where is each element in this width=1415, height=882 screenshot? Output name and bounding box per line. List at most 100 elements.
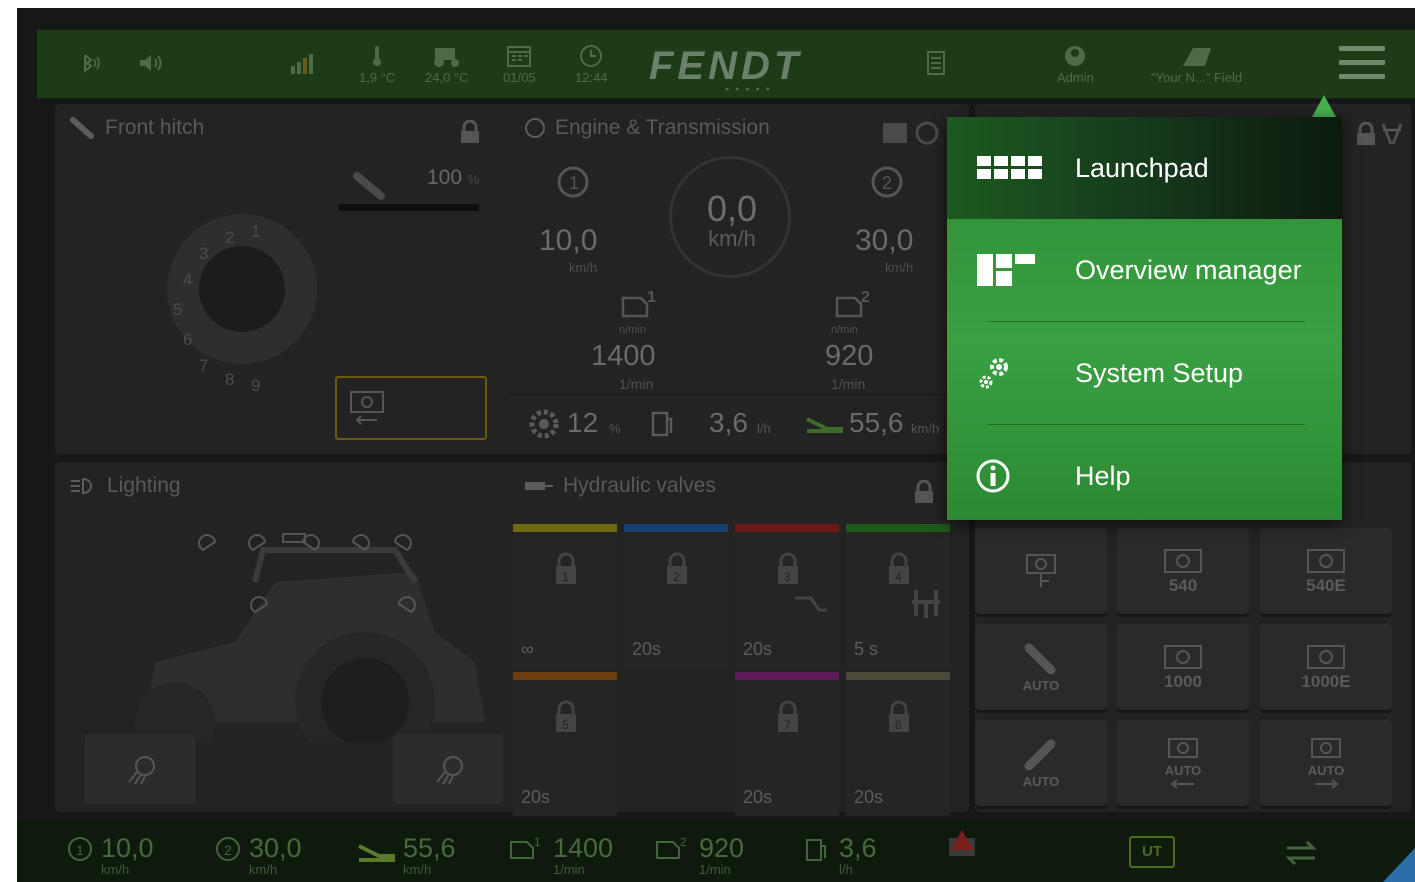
valve-5[interactable]: 5 20s (513, 672, 617, 816)
menu-item-overview-manager[interactable]: Overview manager (947, 219, 1342, 321)
bluetooth-icon[interactable] (77, 30, 103, 98)
lock-icon[interactable] (459, 120, 481, 144)
swap-icon[interactable] (1281, 838, 1321, 868)
pto-rear-auto-button[interactable]: AUTO (1260, 720, 1392, 806)
hydraulic-title: Hydraulic valves (523, 474, 716, 498)
valve-7[interactable]: 7 20s (735, 672, 839, 816)
valve-color (513, 524, 617, 532)
cylinder-icon (912, 590, 940, 618)
speed-value: 0,0 (706, 188, 758, 229)
dial-number: 8 (225, 370, 235, 389)
pto-front-auto-button[interactable]: AUTO (1117, 720, 1249, 806)
menu-button[interactable] (1339, 46, 1385, 86)
valve-4[interactable]: 4 5 s (846, 524, 950, 668)
valve-color (513, 672, 617, 680)
svg-text:1: 1 (569, 173, 579, 193)
bottom-ground-speed: 55,6 km/h (357, 834, 456, 877)
corner-marker (1383, 848, 1415, 882)
fuel-icon (651, 411, 673, 437)
pto-1000e-button[interactable]: 1000E (1260, 624, 1392, 710)
volume-icon[interactable] (137, 30, 169, 98)
lock-icon[interactable] (913, 480, 935, 504)
transmission-mode-icon[interactable] (881, 120, 945, 146)
valve-2[interactable]: 2 20s (624, 524, 728, 668)
bottom-range2: 2 30,0 km/h (213, 834, 302, 877)
engine1-icon: 1 (621, 289, 656, 318)
valve-time: 20s (632, 639, 662, 659)
svg-text:4: 4 (895, 570, 902, 584)
valve-time: 5 s (854, 639, 879, 659)
menu-item-help[interactable]: Help (947, 425, 1342, 527)
valve-color (735, 672, 839, 680)
front-hitch-panel: Front hitch 100 % 1 2 3 4 5 6 7 8 9 (55, 104, 515, 454)
universal-terminal-button[interactable]: UT (1129, 836, 1175, 868)
svg-text:2: 2 (673, 570, 680, 584)
valve-8[interactable]: 8 20s (846, 672, 950, 816)
engine1-rpm: 1400 (591, 340, 656, 372)
dial-number: 5 (173, 300, 183, 319)
status-bar: 1,9 °C 24,0 °C 01/05 12:44 FENDT ● ● ● ●… (37, 30, 1415, 98)
lock-icon[interactable] (1355, 122, 1377, 146)
pto-arrow-icon (350, 391, 384, 425)
valve-color (624, 524, 728, 532)
engine1-label: n/min (619, 324, 646, 336)
range1-icon: 1 (68, 837, 92, 861)
range1-icon: 1 (557, 166, 589, 198)
hitch-auto-button[interactable]: AUTO (975, 624, 1107, 710)
engine-panel: Engine & Transmission 1 10,0 km/h 0,0 km… (509, 104, 969, 454)
bottom-fuel: 3,6 l/h (803, 834, 877, 877)
date[interactable]: 01/05 (503, 30, 536, 98)
menu-item-system-setup[interactable]: System Setup (947, 322, 1342, 424)
engine1-icon: 1 (510, 835, 541, 859)
pto-1000-button[interactable]: 1000 (1117, 624, 1249, 710)
rear-hitch-icon (1381, 123, 1403, 145)
hitch-control-button[interactable] (335, 376, 487, 440)
hazard-tractor-icon[interactable] (945, 828, 979, 862)
lighting-title: Lighting (69, 474, 181, 498)
engine2-rpm: 920 (825, 340, 874, 372)
notes-icon[interactable] (925, 30, 947, 98)
pto-540e-button[interactable]: 540E (1260, 528, 1392, 614)
svg-text:1: 1 (647, 289, 656, 306)
field-selector[interactable]: "Your N..." Field (1151, 30, 1242, 98)
engine2-icon: 2 (835, 289, 870, 318)
light-mode-1-button[interactable] (85, 734, 195, 804)
svg-text:7: 7 (784, 718, 791, 732)
bottom-range1: 1 10,0 km/h (65, 834, 154, 877)
bottom-status-bar: 1 10,0 km/h 2 30,0 km/h 55,6 km/h 1 1400 1/m… (17, 820, 1415, 882)
rear-hitch-auto-button[interactable]: AUTO (975, 720, 1107, 806)
slip-unit: % (609, 421, 621, 436)
ground-speed-icon (806, 417, 843, 433)
ground-speed-icon (358, 844, 395, 862)
dial-number: 3 (199, 244, 209, 263)
work-lights-icons[interactable] (195, 520, 435, 630)
pto-540-button[interactable]: 540 (1117, 528, 1249, 614)
clock[interactable]: 12:44 (575, 30, 608, 98)
pto-on-button[interactable] (975, 528, 1107, 614)
bottom-engine1: 1 1400 1/min (507, 834, 613, 877)
range1-speed: 10,0 (539, 224, 598, 257)
dial-number: 9 (251, 376, 261, 395)
headlight-icon (71, 477, 92, 495)
engine1-unit: 1/min (619, 376, 654, 392)
valve-1[interactable]: 1 ∞ (513, 524, 617, 668)
engine2-icon: 2 (656, 835, 687, 859)
svg-text:2: 2 (680, 835, 687, 849)
valve-color (735, 524, 839, 532)
valve-3[interactable]: 3 20s (735, 524, 839, 668)
hitch-position-icon (353, 172, 385, 200)
light-mode-2-button[interactable] (393, 734, 503, 804)
speed-unit: km/h (708, 226, 756, 251)
main-menu-dropdown: Launchpad Overview manager System Setup … (947, 117, 1342, 520)
svg-text:8: 8 (895, 718, 902, 732)
joystick-icon (795, 596, 827, 612)
svg-text:2: 2 (861, 289, 870, 306)
launchpad-icon (977, 156, 1042, 179)
slip-icon (529, 409, 559, 439)
user-profile[interactable]: Admin (1057, 30, 1094, 98)
signal-icon (287, 30, 317, 98)
engine-footer: 12 % 3,6 l/h 55,6 km/h (509, 394, 954, 442)
menu-item-launchpad[interactable]: Launchpad (947, 117, 1342, 219)
dial-number: 2 (225, 228, 235, 247)
fuel-value: 3,6 (709, 407, 748, 438)
